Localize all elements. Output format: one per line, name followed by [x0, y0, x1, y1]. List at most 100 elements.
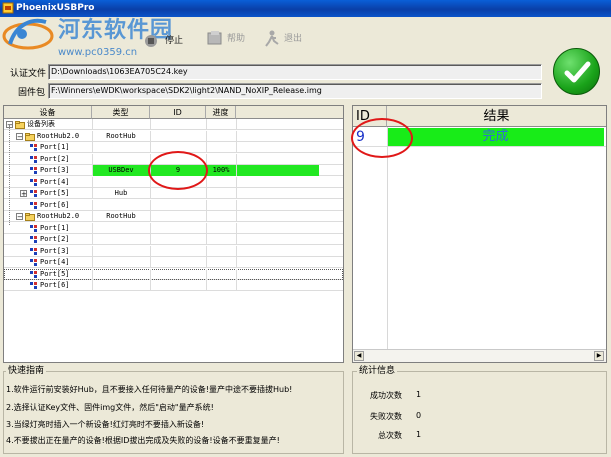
- annotation-ellipse-id: [148, 151, 208, 190]
- collapse-toggle[interactable]: −: [16, 132, 23, 140]
- column-separator: [150, 222, 151, 234]
- column-separator: [206, 245, 207, 257]
- stats-total-value: 1: [416, 430, 422, 439]
- usb-port-icon: [30, 270, 37, 278]
- column-separator: [150, 245, 151, 257]
- column-separator: [92, 188, 93, 199]
- stats-panel: 统计信息 成功次数 1 失败次数 0 总次数 1: [352, 366, 607, 454]
- usb-port-icon: [30, 236, 37, 243]
- device-label: Port[6]: [40, 281, 70, 289]
- device-label: RootHub2.0: [37, 131, 80, 140]
- guide-line-2: 2.选择认证Key文件、固件img文件，然后"启动"量产系统!: [6, 403, 214, 412]
- device-type-cell: RootHub: [106, 212, 136, 220]
- column-separator: [92, 142, 93, 153]
- exit-button[interactable]: 退出: [262, 26, 312, 52]
- scroll-right-button[interactable]: ▶: [594, 351, 604, 361]
- device-row[interactable]: Port[3]: [4, 245, 343, 257]
- column-separator: [150, 257, 151, 268]
- column-separator: [92, 165, 93, 176]
- guide-line-1: 1.软件运行前安装好Hub，且不要接入任何待量产的设备!量产中途不要插拔Hub!: [6, 385, 293, 394]
- device-row[interactable]: Port[1]: [4, 222, 343, 234]
- usb-port-icon: [30, 144, 37, 151]
- column-separator: [150, 119, 151, 130]
- device-label: Port[4]: [40, 258, 70, 266]
- guide-title: 快速指南: [6, 366, 47, 376]
- column-separator: [92, 199, 93, 211]
- column-separator: [206, 268, 207, 280]
- stats-failure-value: 0: [416, 411, 422, 420]
- column-separator: [236, 268, 237, 280]
- device-label: Port[3]: [40, 246, 70, 255]
- column-separator: [236, 257, 237, 268]
- column-separator: [150, 188, 151, 199]
- column-separator: [236, 119, 237, 130]
- device-row[interactable]: Port[4]: [4, 257, 343, 268]
- device-table[interactable]: 设备 类型 ID 进度 − 设备列表 − RootHub2.0 RootHub Port[…: [3, 105, 344, 363]
- device-row[interactable]: Port[5]: [4, 268, 343, 280]
- column-separator: [150, 199, 151, 211]
- column-separator: [236, 234, 237, 245]
- exit-button-label: 退出: [284, 34, 303, 44]
- column-separator: [150, 130, 151, 142]
- device-row[interactable]: Port[6]: [4, 199, 343, 211]
- device-row[interactable]: Port[2]: [4, 234, 343, 245]
- stop-icon: [145, 35, 157, 47]
- column-separator: [92, 234, 93, 245]
- column-separator: [236, 222, 237, 234]
- usb-port-icon: [30, 178, 37, 186]
- device-type-cell: RootHub: [106, 131, 136, 140]
- device-row[interactable]: − RootHub2.0 RootHub: [4, 211, 343, 222]
- column-header-id[interactable]: ID: [150, 106, 206, 119]
- device-row[interactable]: − RootHub2.0 RootHub: [4, 130, 343, 142]
- device-label: Port[1]: [40, 223, 70, 232]
- stats-total-label: 总次数: [378, 431, 402, 440]
- column-separator: [236, 130, 237, 142]
- column-separator: [206, 142, 207, 153]
- usb-port-icon: [30, 167, 37, 174]
- result-row-status: 完成: [387, 128, 604, 146]
- collapse-toggle[interactable]: −: [16, 213, 23, 221]
- stats-title: 统计信息: [357, 366, 398, 376]
- column-separator: [92, 268, 93, 280]
- result-hscrollbar[interactable]: ◀ ▶: [353, 349, 606, 362]
- column-separator: [236, 245, 237, 257]
- column-separator: [206, 119, 207, 130]
- device-label: 设备列表: [27, 120, 55, 128]
- column-separator: [206, 211, 207, 222]
- device-type-cell: Hub: [114, 189, 128, 197]
- column-header-device[interactable]: 设备: [4, 106, 92, 119]
- column-header-type[interactable]: 类型: [92, 106, 150, 119]
- help-button[interactable]: 帮助: [205, 26, 255, 52]
- firmware-field[interactable]: F:\Winners\eWDK\workspace\SDK2\light2\NA…: [48, 83, 542, 99]
- device-label: Port[1]: [40, 143, 70, 151]
- guide-panel: 快速指南 1.软件运行前安装好Hub，且不要接入任何待量产的设备!量产中途不要插…: [3, 366, 344, 454]
- column-separator: [206, 257, 207, 268]
- watermark-logo: [2, 18, 54, 50]
- usb-port-icon: [30, 224, 37, 232]
- column-separator: [92, 257, 93, 268]
- column-separator: [92, 280, 93, 291]
- column-separator: [92, 176, 93, 188]
- folder-icon: [15, 121, 25, 129]
- column-separator: [92, 153, 93, 165]
- device-label: Port[2]: [40, 154, 70, 163]
- stats-success-label: 成功次数: [370, 391, 402, 400]
- stop-button[interactable]: 停止: [143, 28, 193, 54]
- device-label: Port[3]: [40, 166, 70, 174]
- usb-port-icon: [30, 155, 37, 163]
- usb-port-icon: [30, 282, 37, 289]
- column-separator: [236, 199, 237, 211]
- result-column-result[interactable]: 结果: [387, 106, 606, 127]
- expand-toggle[interactable]: +: [20, 190, 27, 198]
- column-header-progress[interactable]: 进度: [206, 106, 236, 119]
- watermark-url: www.pc0359.cn: [58, 47, 138, 58]
- scroll-left-button[interactable]: ◀: [354, 351, 364, 361]
- device-label: Port[2]: [40, 235, 70, 243]
- column-separator: [236, 188, 237, 199]
- annotation-ellipse-result: [351, 118, 413, 158]
- device-row[interactable]: Port[6]: [4, 280, 343, 291]
- folder-icon: [25, 213, 35, 221]
- key-file-field[interactable]: D:\Downloads\1063EA705C24.key: [48, 64, 542, 80]
- column-separator: [150, 280, 151, 291]
- device-row[interactable]: − 设备列表: [4, 119, 343, 130]
